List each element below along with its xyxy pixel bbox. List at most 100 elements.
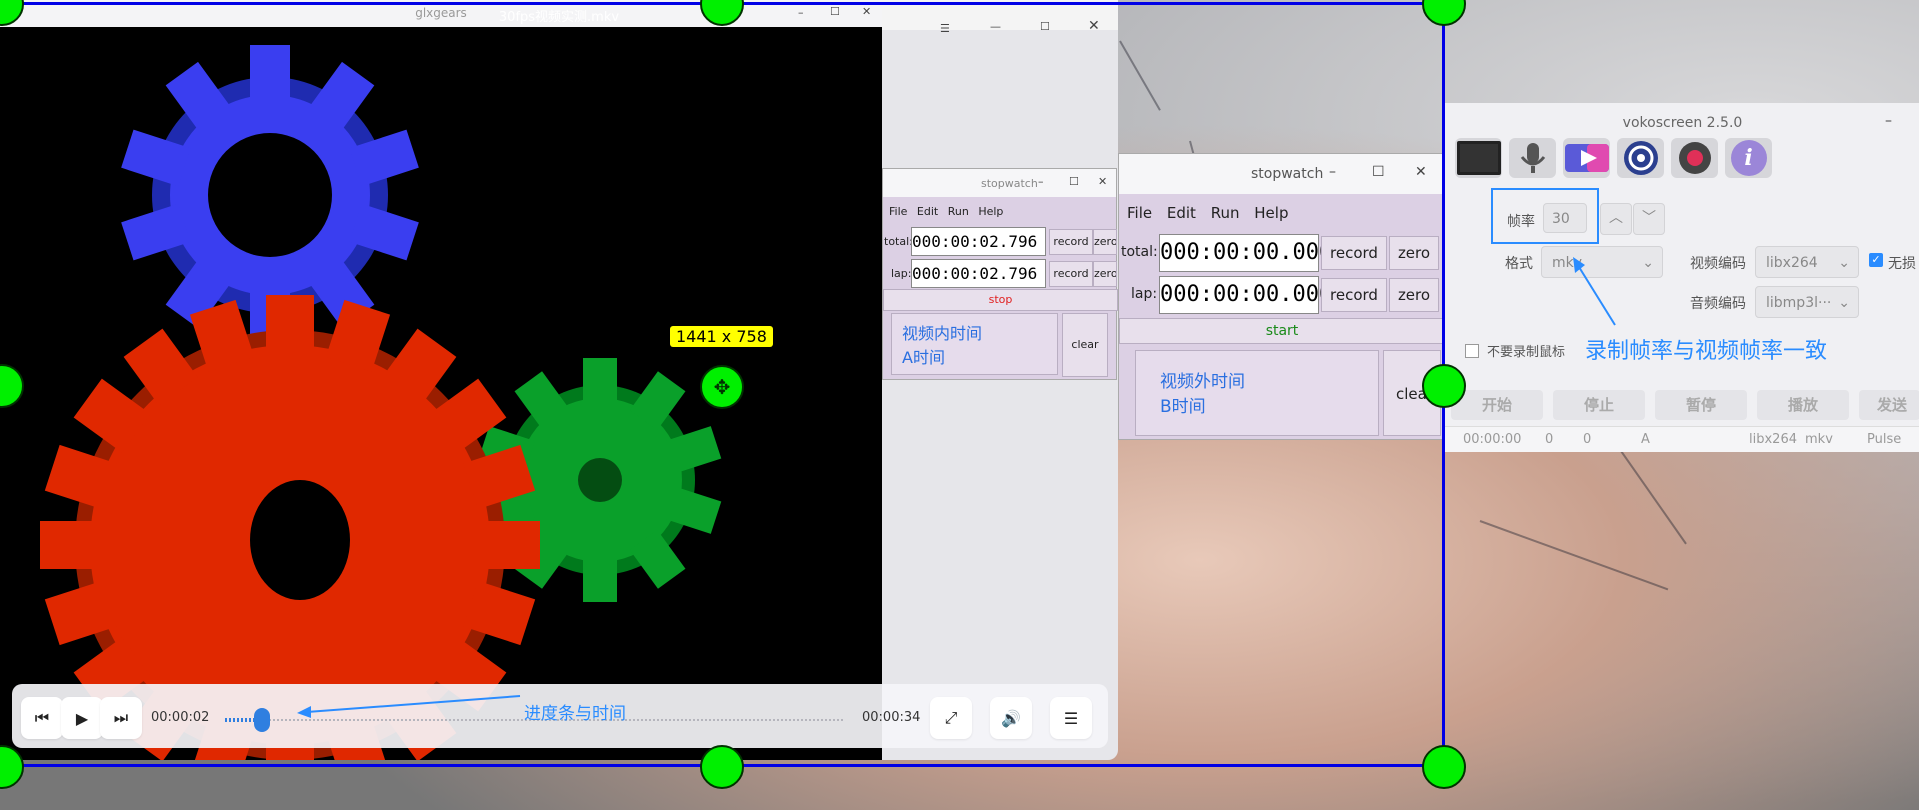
playlist-button[interactable]: ☰	[1050, 697, 1092, 739]
settings-tab[interactable]	[1617, 138, 1664, 178]
total-zero-button[interactable]: zero	[1093, 229, 1117, 255]
video-play-icon	[1564, 144, 1609, 172]
video-codec-value: libx264	[1766, 255, 1818, 271]
play-record-button[interactable]: 播放	[1757, 390, 1849, 420]
status-format: mkv	[1805, 432, 1833, 447]
format-label: 格式	[1505, 256, 1533, 272]
screen-tab[interactable]	[1455, 138, 1502, 178]
menu-run[interactable]: Run	[948, 205, 969, 218]
lap-label: lap:	[891, 267, 912, 280]
lap-display: 000:00:00.000	[1159, 276, 1332, 314]
menu-file[interactable]: File	[1127, 204, 1152, 222]
pause-record-button[interactable]: 暂停	[1655, 390, 1747, 420]
stopwatch-large-minimize-button[interactable]: –	[1329, 164, 1336, 180]
framerate-input[interactable]: 30	[1543, 203, 1587, 233]
framerate-down-button[interactable]: ﹀	[1633, 203, 1665, 235]
framerate-label: 帧率	[1507, 214, 1535, 230]
lap-zero-button[interactable]: zero	[1389, 278, 1439, 312]
vokoscreen-status-bar: 00:00:00 0 0 A libx264 mkv Pulse	[1445, 426, 1919, 452]
video-codec-select[interactable]: libx264 ⌄	[1755, 246, 1859, 278]
stopwatch-large-notes[interactable]: 视频外时间 B时间	[1135, 350, 1379, 436]
lap-zero-button[interactable]: zero	[1093, 261, 1117, 287]
video-tab[interactable]	[1563, 138, 1610, 178]
move-handle[interactable]: ✥	[700, 365, 744, 409]
lap-record-button[interactable]: record	[1049, 261, 1093, 287]
stop-record-button[interactable]: 停止	[1553, 390, 1645, 420]
webcam-tab[interactable]	[1671, 138, 1718, 178]
notes-line-2: B时间	[1160, 397, 1206, 417]
total-display: 000:00:00.000	[1159, 234, 1332, 272]
chevron-down-icon: ⌄	[1642, 255, 1654, 271]
start-record-button[interactable]: 开始	[1451, 390, 1543, 420]
settings-wheel-icon	[1623, 141, 1658, 175]
skip-previous-icon: ⏮	[34, 708, 50, 727]
start-button[interactable]: start	[1119, 318, 1445, 344]
chevron-down-icon: ⌄	[1838, 255, 1850, 271]
total-record-button[interactable]: record	[1049, 229, 1093, 255]
menu-help[interactable]: Help	[1254, 204, 1288, 222]
total-record-button[interactable]: record	[1321, 236, 1387, 270]
lap-record-button[interactable]: record	[1321, 278, 1387, 312]
next-button[interactable]: ⏭	[100, 697, 142, 739]
resize-handle-bottom-right[interactable]	[1422, 745, 1466, 789]
stop-button[interactable]: stop	[883, 289, 1118, 311]
no-cursor-label: 不要录制鼠标	[1487, 345, 1566, 360]
lossless-checkbox[interactable]: ✓	[1869, 253, 1883, 267]
status-audio: Pulse	[1867, 432, 1902, 447]
resize-handle-bottom[interactable]	[700, 745, 744, 789]
menu-file[interactable]: File	[889, 205, 907, 218]
previous-button[interactable]: ⏮	[21, 697, 63, 739]
total-display: 000:00:02.796	[911, 227, 1046, 256]
expand-icon: ⤢	[944, 708, 958, 727]
status-codec: libx264	[1749, 432, 1797, 447]
status-mode: A	[1641, 432, 1650, 447]
vokoscreen-minimize-button[interactable]: –	[1885, 113, 1892, 129]
stopwatch-small-clear-button[interactable]: clear	[1062, 313, 1108, 377]
play-icon: ▶	[75, 708, 89, 728]
lap-label: lap:	[1131, 286, 1158, 302]
audio-tab[interactable]	[1509, 138, 1556, 178]
resize-handle-right[interactable]	[1422, 364, 1466, 408]
menu-help[interactable]: Help	[978, 205, 1003, 218]
status-fps: 0	[1583, 432, 1592, 447]
stopwatch-small-close-button[interactable]: ✕	[1098, 175, 1107, 188]
framerate-up-button[interactable]: ︿	[1600, 203, 1632, 235]
about-tab[interactable]: i	[1725, 138, 1772, 178]
status-time: 00:00:00	[1463, 432, 1522, 447]
annotation-framerate-label: 录制帧率与视频帧率一致	[1585, 339, 1828, 364]
menu-edit[interactable]: Edit	[1167, 204, 1196, 222]
video-codec-label: 视频编码	[1690, 256, 1746, 272]
chevron-up-icon: ︿	[1609, 210, 1623, 226]
skip-next-icon: ⏭	[113, 708, 129, 727]
audio-codec-select[interactable]: libmp3l··· ⌄	[1755, 286, 1859, 318]
progress-thumb[interactable]	[254, 708, 270, 732]
glxgears-render-area	[0, 27, 882, 760]
total-zero-button[interactable]: zero	[1389, 236, 1439, 270]
menu-run[interactable]: Run	[1211, 204, 1240, 222]
stopwatch-small-window: stopwatch – ☐ ✕ File Edit Run Help total…	[882, 168, 1118, 380]
fullscreen-button[interactable]: ⤢	[930, 697, 972, 739]
no-cursor-checkbox[interactable]	[1465, 344, 1479, 358]
total-label: total:	[884, 235, 913, 248]
annotation-progress-label: 进度条与时间	[524, 704, 626, 724]
stopwatch-large-close-button[interactable]: ✕	[1415, 164, 1427, 180]
annotation-arrow-framerate	[1573, 257, 1616, 326]
stopwatch-large-title: stopwatch	[1251, 166, 1324, 182]
play-button[interactable]: ▶	[61, 697, 103, 739]
chevron-down-icon: ⌄	[1838, 295, 1850, 311]
vokoscreen-title: vokoscreen 2.5.0	[1622, 115, 1743, 131]
send-record-button[interactable]: 发送	[1859, 390, 1919, 420]
stopwatch-small-notes[interactable]: 视频内时间 A时间	[891, 313, 1058, 375]
volume-button[interactable]: 🔊	[990, 697, 1032, 739]
duration-time: 00:00:34	[862, 710, 921, 725]
notes-line-2: A时间	[902, 348, 945, 367]
menu-edit[interactable]: Edit	[917, 205, 938, 218]
stopwatch-large-maximize-button[interactable]: ☐	[1372, 164, 1385, 180]
stopwatch-small-maximize-button[interactable]: ☐	[1069, 175, 1079, 188]
stopwatch-small-minimize-button[interactable]: –	[1038, 175, 1044, 188]
player-title: 30fps视频实测.mkv	[498, 10, 620, 25]
stopwatch-small-menubar: File Edit Run Help	[889, 205, 1009, 218]
vokoscreen-window: vokoscreen 2.5.0 – i 帧率 30 ︿ ﹀ 格式 mkv ⌄ …	[1444, 103, 1919, 452]
stopwatch-small-title: stopwatch	[981, 177, 1038, 190]
annotation-arrow-progress	[297, 695, 521, 718]
